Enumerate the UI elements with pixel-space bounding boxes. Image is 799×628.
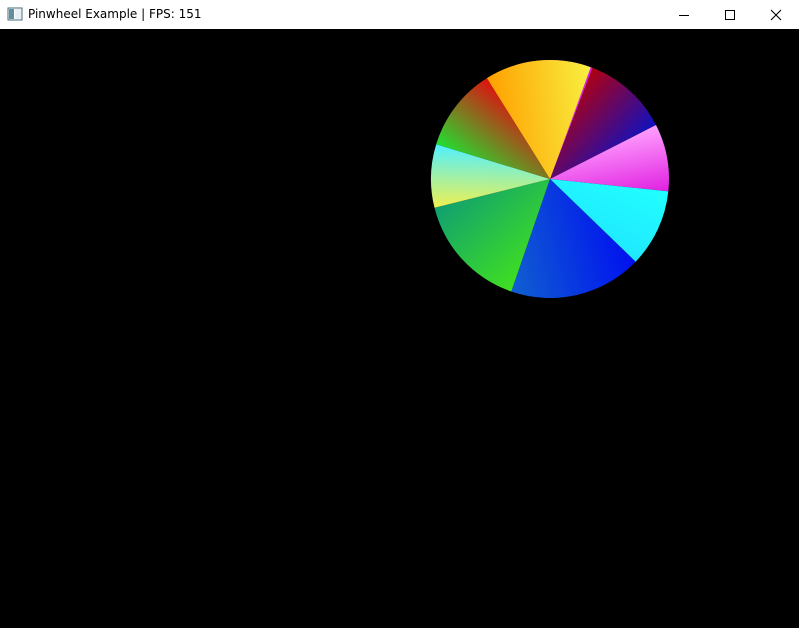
- title-bar[interactable]: Pinwheel Example | FPS: 151: [0, 0, 799, 29]
- maximize-icon: [725, 9, 735, 20]
- app-window: Pinwheel Example | FPS: 151: [0, 0, 799, 628]
- window-title: Pinwheel Example | FPS: 151: [28, 7, 202, 21]
- minimize-icon: [679, 14, 689, 16]
- close-icon: [770, 9, 782, 20]
- close-button[interactable]: [753, 0, 799, 29]
- minimize-button[interactable]: [661, 0, 707, 29]
- render-viewport[interactable]: [0, 29, 799, 628]
- maximize-button[interactable]: [707, 0, 753, 29]
- window-app-icon: [7, 7, 23, 21]
- pinwheel: [430, 60, 669, 298]
